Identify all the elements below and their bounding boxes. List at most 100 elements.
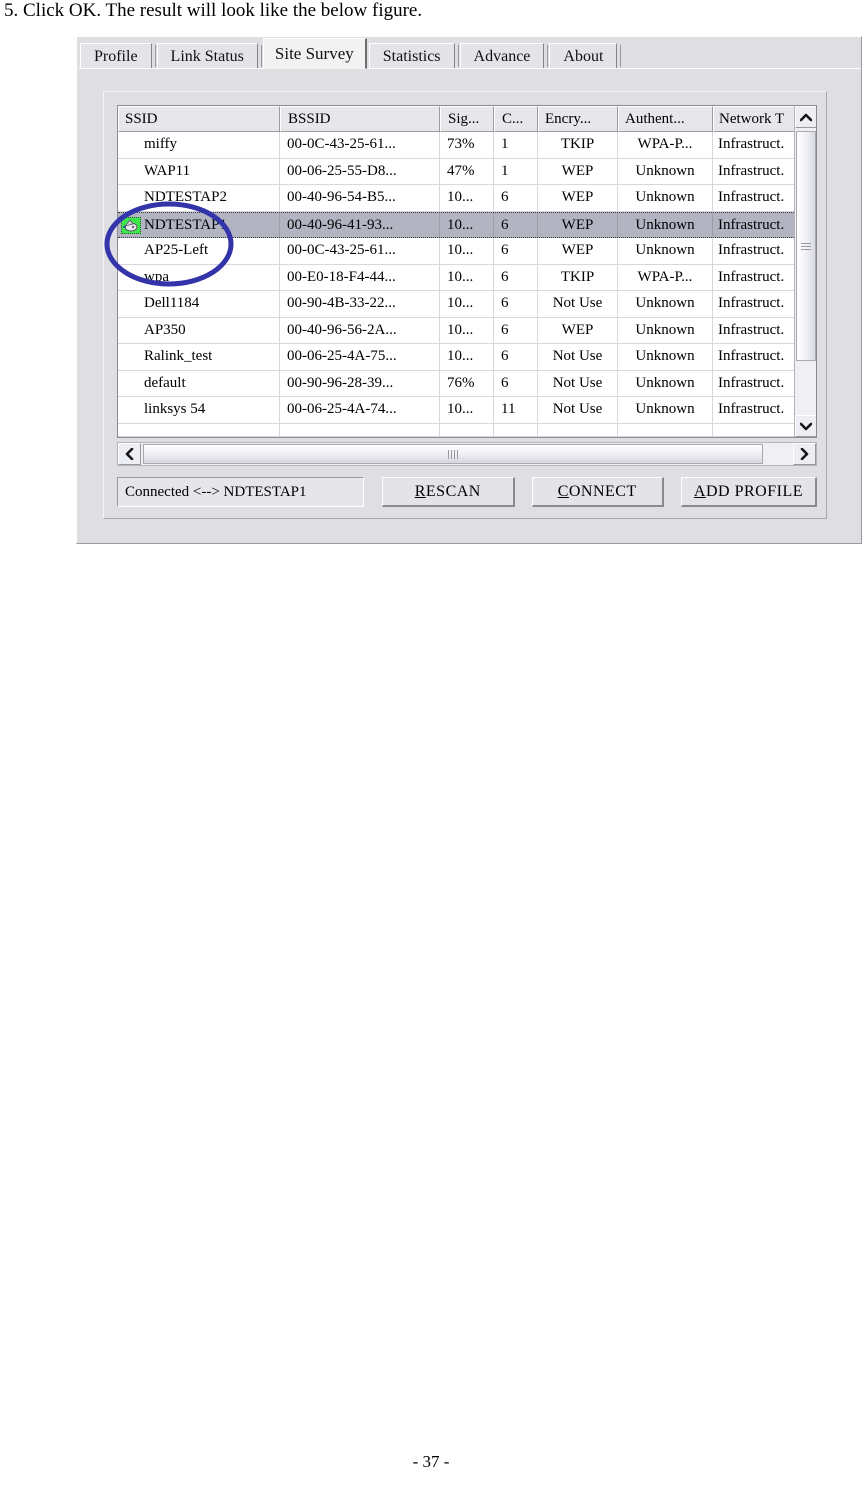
cell-network-type: Infrastruct. (713, 291, 801, 318)
tab-separator (154, 45, 156, 67)
cell-signal: 76% (440, 370, 494, 397)
tab-link-status[interactable]: Link Status (156, 43, 258, 69)
instruction-text: 5. Click OK. The result will look like t… (4, 0, 423, 21)
column-header-channel[interactable]: C... (494, 106, 538, 132)
site-survey-panel: SSID BSSID Sig... C... Encry... Authent.… (79, 68, 861, 542)
add-profile-label: DD PROFILE (705, 483, 803, 500)
table-row[interactable]: NDTESTAP1 00-40-96-41-93... 10... 6 WEP Unkno… (118, 211, 816, 238)
table-row[interactable]: NDTESTAP2 00-40-96-54-B5... 10... 6 WEP Unkno… (118, 185, 816, 212)
rescan-accel: R (414, 483, 426, 500)
cell-signal: 10... (440, 185, 494, 212)
connect-accel: C (557, 483, 569, 500)
cell-channel: 6 (494, 185, 538, 212)
tab-statistics[interactable]: Statistics (368, 43, 455, 69)
cell-network-type: Infrastruct. (713, 344, 801, 371)
cell-signal: 10... (440, 212, 494, 237)
survey-group-box: SSID BSSID Sig... C... Encry... Authent.… (103, 91, 827, 519)
cell-authentication: Unknown (618, 344, 713, 371)
horizontal-scrollbar[interactable] (117, 442, 817, 466)
ap-list-rows: miffy 00-0C-43-25-61... 73% 1 TKIP WPA-P... In… (118, 132, 816, 437)
cell-ssid: Ralink_test (118, 344, 280, 371)
cell-bssid: 00-40-96-41-93... (280, 212, 440, 237)
horizontal-scroll-thumb[interactable] (143, 444, 763, 464)
page-number: - 37 - (412, 1452, 450, 1471)
scroll-left-icon[interactable] (118, 443, 141, 465)
tab-about[interactable]: About (549, 43, 618, 69)
cell-authentication: Unknown (618, 212, 713, 237)
cell-channel: 1 (494, 158, 538, 185)
table-row[interactable]: miffy 00-0C-43-25-61... 73% 1 TKIP WPA-P... In… (118, 132, 816, 159)
cell-bssid: 00-E0-18-F4-44... (280, 264, 440, 291)
cell-encryption: TKIP (538, 132, 618, 159)
cell-ssid: AP350 (118, 317, 280, 344)
cell-bssid: 00-40-96-54-B5... (280, 185, 440, 212)
ap-list-view[interactable]: SSID BSSID Sig... C... Encry... Authent.… (117, 105, 817, 438)
cell-signal: 73% (440, 132, 494, 159)
vertical-scroll-thumb[interactable] (796, 131, 816, 361)
table-row-partial[interactable] (118, 423, 816, 437)
cell-encryption: Not Use (538, 397, 618, 424)
cell-signal: 10... (440, 397, 494, 424)
connect-button[interactable]: CONNECT (531, 477, 664, 507)
cell-authentication: Unknown (618, 291, 713, 318)
cell-ssid: default (118, 370, 280, 397)
cell-signal: 47% (440, 158, 494, 185)
cell-channel: 6 (494, 370, 538, 397)
cell-signal (440, 423, 494, 437)
cell-channel: 6 (494, 344, 538, 371)
tab-separator (260, 45, 262, 67)
cell-channel: 6 (494, 264, 538, 291)
scroll-right-icon[interactable] (793, 443, 816, 465)
column-header-network-type[interactable]: Network T (713, 106, 801, 132)
cell-ssid: WAP11 (118, 158, 280, 185)
column-header-ssid[interactable]: SSID (118, 106, 280, 132)
column-header-authentication[interactable]: Authent... (618, 106, 713, 132)
cell-channel: 6 (494, 238, 538, 265)
cell-network-type: Infrastruct. (713, 212, 801, 237)
cell-authentication: Unknown (618, 397, 713, 424)
table-row[interactable]: WAP11 00-06-25-55-D8... 47% 1 WEP Unknown Infr… (118, 158, 816, 185)
cell-authentication: Unknown (618, 370, 713, 397)
cell-channel: 6 (494, 317, 538, 344)
scroll-down-icon[interactable] (795, 415, 816, 437)
cell-ssid: Dell1184 (118, 291, 280, 318)
cell-network-type (713, 423, 801, 437)
tab-separator (620, 45, 622, 67)
column-header-signal[interactable]: Sig... (440, 106, 494, 132)
cell-bssid: 00-90-4B-33-22... (280, 291, 440, 318)
rescan-button[interactable]: RESCAN (382, 477, 515, 507)
rescan-label: ESCAN (425, 483, 481, 500)
column-header-encryption[interactable]: Encry... (538, 106, 618, 132)
cell-network-type: Infrastruct. (713, 397, 801, 424)
cell-bssid: 00-40-96-56-2A... (280, 317, 440, 344)
cell-authentication: WPA-P... (618, 132, 713, 159)
cell-network-type: Infrastruct. (713, 317, 801, 344)
table-row[interactable]: AP350 00-40-96-56-2A... 10... 6 WEP Unknown In… (118, 317, 816, 344)
cell-channel (494, 423, 538, 437)
add-profile-button[interactable]: ADD PROFILE (680, 477, 817, 507)
table-row[interactable]: wpa 00-E0-18-F4-44... 10... 6 TKIP WPA-P... In… (118, 264, 816, 291)
cell-network-type: Infrastruct. (713, 132, 801, 159)
tab-advance[interactable]: Advance (459, 43, 545, 69)
table-row[interactable]: linksys 54 00-06-25-4A-74... 10... 11 Not Us… (118, 397, 816, 424)
tab-site-survey[interactable]: Site Survey (262, 38, 367, 69)
tab-profile[interactable]: Profile (80, 43, 152, 69)
table-row[interactable]: Ralink_test 00-06-25-4A-75... 10... 6 Not Us… (118, 344, 816, 371)
vertical-scrollbar[interactable] (794, 106, 816, 437)
cell-ssid: NDTESTAP2 (118, 185, 280, 212)
table-row[interactable]: Dell1184 00-90-4B-33-22... 10... 6 Not Use Un… (118, 291, 816, 318)
cell-encryption: WEP (538, 238, 618, 265)
cell-bssid: 00-06-25-55-D8... (280, 158, 440, 185)
tab-bar: Profile Link Status Site Survey Statisti… (77, 37, 862, 69)
column-header-bssid[interactable]: BSSID (280, 106, 440, 132)
cell-encryption: WEP (538, 317, 618, 344)
cell-channel: 11 (494, 397, 538, 424)
cell-encryption (538, 423, 618, 437)
scroll-up-icon[interactable] (795, 106, 816, 128)
action-bar: Connected <--> NDTESTAP1 RESCAN CONNECT … (117, 476, 817, 508)
scroll-grip-icon (447, 449, 459, 459)
cell-bssid (280, 423, 440, 437)
table-row[interactable]: AP25-Left 00-0C-43-25-61... 10... 6 WEP Unkno… (118, 238, 816, 265)
cell-network-type: Infrastruct. (713, 264, 801, 291)
table-row[interactable]: default 00-90-96-28-39... 76% 6 Not Use Unkno… (118, 370, 816, 397)
